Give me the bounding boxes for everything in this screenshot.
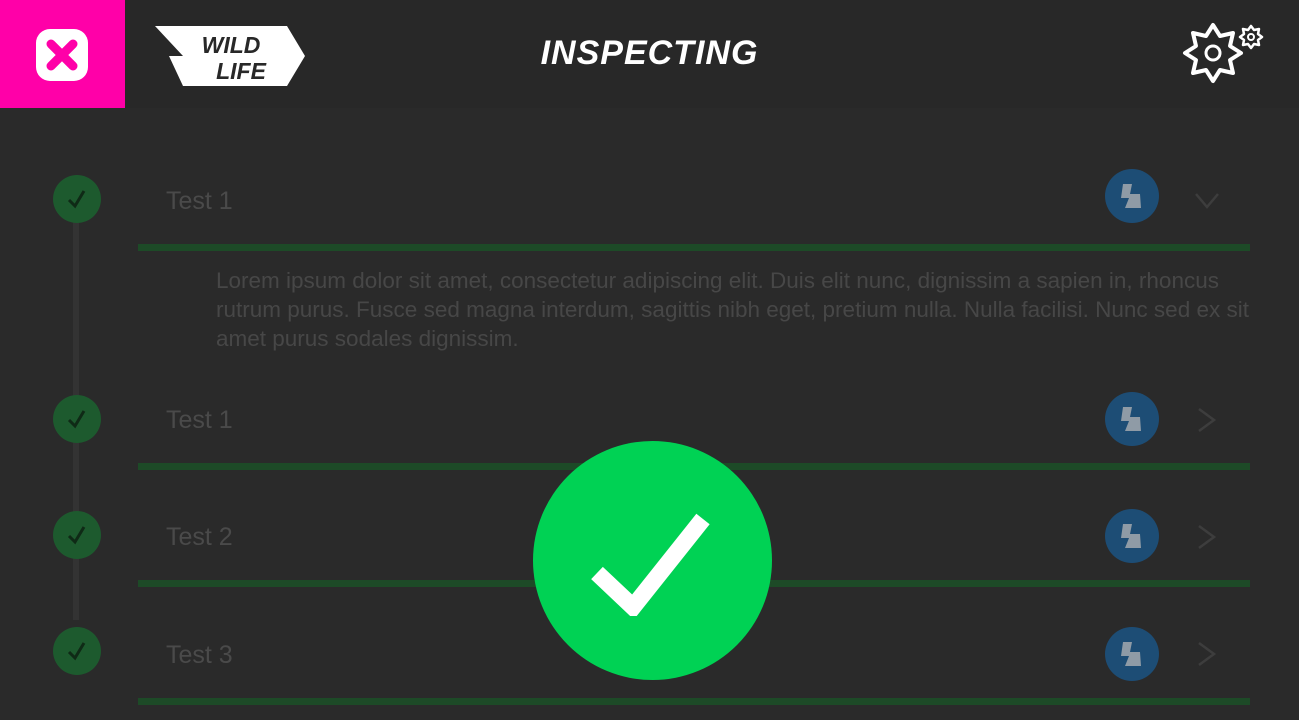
badge-icon: [1121, 407, 1141, 431]
check-icon: [67, 642, 86, 661]
app-header: WILD LIFE INSPECTING: [0, 0, 1299, 108]
step-divider: [138, 244, 1250, 251]
chevron-right-icon[interactable]: [1194, 407, 1218, 433]
badge-icon: [1121, 642, 1141, 666]
check-icon: [67, 526, 86, 545]
step-status-check: [53, 627, 101, 675]
step-description: Lorem ipsum dolor sit amet, consectetur …: [216, 268, 1249, 351]
step-title: Test 2: [166, 523, 233, 551]
step-title: Test 1: [166, 187, 233, 215]
gear-icon: [1183, 23, 1264, 83]
badge-icon: [1121, 184, 1141, 208]
step-divider: [138, 698, 1250, 705]
step-badge[interactable]: [1105, 392, 1159, 446]
step-title: Test 3: [166, 641, 233, 669]
success-indicator: [533, 441, 772, 680]
step-badge[interactable]: [1105, 509, 1159, 563]
settings-button[interactable]: [1180, 20, 1270, 91]
page-title: INSPECTING: [540, 34, 759, 72]
step-badge[interactable]: [1105, 169, 1159, 223]
step-status-check: [53, 511, 101, 559]
step-status-check: [53, 175, 101, 223]
step-title: Test 1: [166, 406, 233, 434]
chevron-right-icon[interactable]: [1194, 524, 1218, 550]
check-icon: [67, 410, 86, 429]
chevron-down-icon[interactable]: [1194, 188, 1220, 212]
step-status-check: [53, 395, 101, 443]
badge-icon: [1121, 524, 1141, 548]
chevron-right-icon[interactable]: [1194, 641, 1218, 667]
check-icon: [67, 190, 86, 209]
checkmark-icon: [591, 513, 710, 616]
step-badge[interactable]: [1105, 627, 1159, 681]
